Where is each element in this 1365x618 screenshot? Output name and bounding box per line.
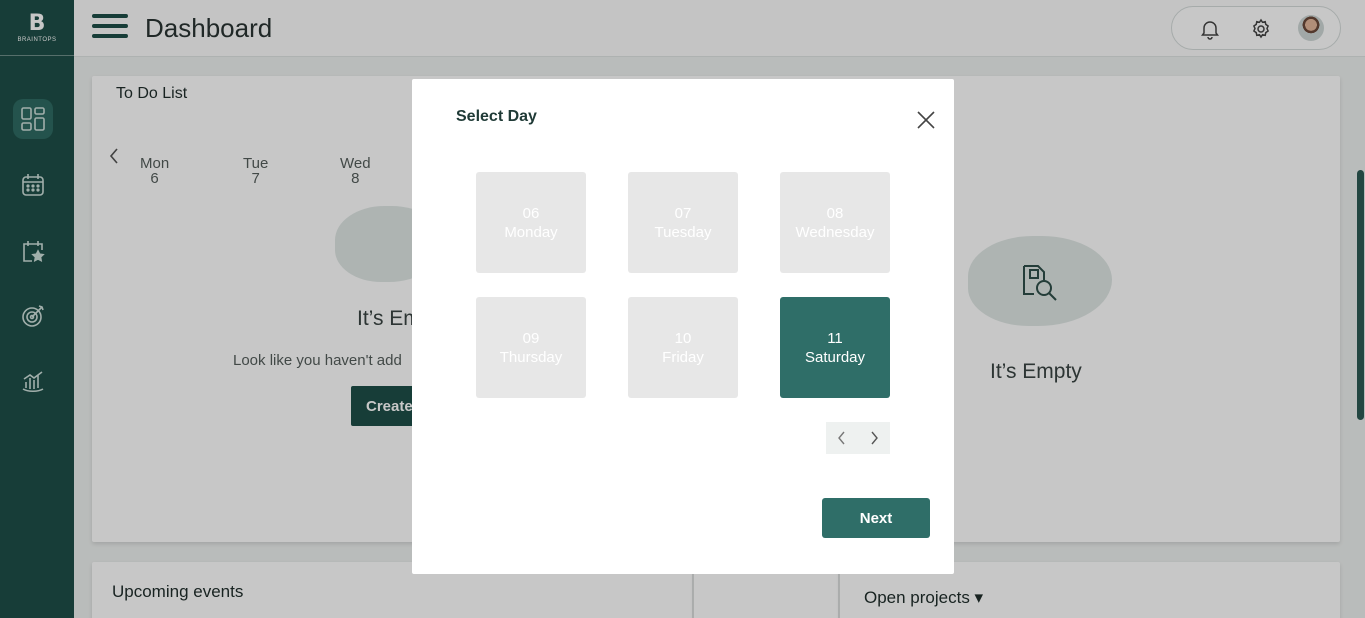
day-tile-tuesday[interactable]: 07 Tuesday [628,172,738,273]
day-tile-monday[interactable]: 06 Monday [476,172,586,273]
prev-page-button[interactable] [826,422,858,454]
day-tile-saturday[interactable]: 11 Saturday [780,297,890,398]
close-icon[interactable] [915,109,937,131]
day-tile-thursday[interactable]: 09 Thursday [476,297,586,398]
select-day-modal: Select Day 06 Monday 07 Tuesday 08 Wednesda… [412,79,954,574]
day-tile-wednesday[interactable]: 08 Wednesday [780,172,890,273]
day-tile-friday[interactable]: 10 Friday [628,297,738,398]
next-button[interactable]: Next [822,498,930,538]
modal-title: Select Day [456,108,537,125]
chevron-right-icon [871,431,878,445]
next-page-button[interactable] [858,422,890,454]
chevron-left-icon [838,431,845,445]
